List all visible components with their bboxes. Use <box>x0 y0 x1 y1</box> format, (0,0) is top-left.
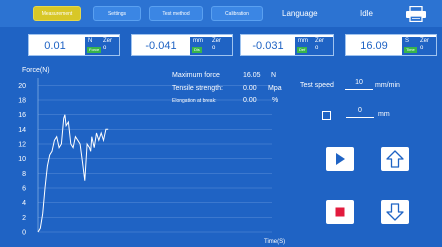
displacement-zero-button[interactable]: Zer o <box>212 38 221 52</box>
force-unit: N <box>88 38 93 44</box>
displacement-value: -0.041 <box>145 40 177 52</box>
language-button[interactable]: Language <box>282 9 318 18</box>
chart-y-ticks: 0 2 4 6 8 10 12 14 16 18 20 <box>18 83 26 237</box>
chart-xlabel: Time(S) <box>264 239 285 245</box>
max-force-unit: N <box>271 72 277 79</box>
displacement-unit: mm <box>193 38 203 44</box>
time-unit-box: S Time Zer o <box>402 37 436 55</box>
tensile-label: Tensile strength: <box>172 85 223 92</box>
elongation-label: Elongation at break: <box>172 98 217 104</box>
deformation-tag: Def <box>297 47 308 53</box>
arrow-up-icon <box>386 150 404 168</box>
start-button[interactable] <box>326 147 354 171</box>
status-text: Idle <box>360 9 373 18</box>
time-zero-button[interactable]: Zer o <box>420 38 429 52</box>
deformation-unit-box: mm Def Zer o <box>295 37 333 55</box>
y-tick-label: 6 <box>22 186 26 193</box>
tab-calibration[interactable]: Calibration <box>211 6 263 21</box>
position-input[interactable]: 0 <box>346 107 374 118</box>
force-tag: Force <box>87 47 102 53</box>
move-down-button[interactable] <box>381 200 409 224</box>
force-value: 0.01 <box>44 40 66 52</box>
tensile-value: 0.00 <box>243 85 257 92</box>
time-readout: 16.09 S Time Zer o <box>345 34 437 56</box>
time-value: 16.09 <box>360 40 388 52</box>
force-readout: 0.01 N Force Zer o <box>28 34 120 56</box>
y-tick-label: 4 <box>22 200 26 207</box>
arrow-down-icon <box>386 203 404 221</box>
deformation-zero-button[interactable]: Zer o <box>315 38 324 52</box>
deformation-unit: mm <box>298 38 308 44</box>
force-zero-button[interactable]: Zer o <box>103 38 112 52</box>
position-unit: mm <box>378 111 390 118</box>
max-force-value: 16.05 <box>243 72 261 79</box>
deformation-value: -0.031 <box>252 40 284 52</box>
time-tag: Time <box>404 47 417 53</box>
displacement-readout: -0.041 mm Dis Zer o <box>131 34 233 56</box>
tensile-unit: Mpa <box>268 85 282 92</box>
force-unit-box: N Force Zer o <box>85 37 119 55</box>
chart-grid <box>37 78 272 233</box>
y-tick-label: 20 <box>18 83 26 90</box>
top-nav: Measurement Settings Test method Calibra… <box>0 0 442 27</box>
chart-ylabel: Force(N) <box>22 67 50 74</box>
time-unit: S <box>405 38 410 44</box>
play-icon <box>336 153 345 165</box>
measurement-screen: Measurement Settings Test method Calibra… <box>0 0 442 247</box>
deformation-readout: -0.031 mm Def Zer o <box>240 34 334 56</box>
displacement-unit-box: mm Dis Zer o <box>190 37 232 55</box>
y-tick-label: 0 <box>22 230 26 237</box>
stop-icon <box>335 207 345 217</box>
tab-measurement[interactable]: Measurement <box>33 6 81 21</box>
y-tick-label: 16 <box>18 112 26 119</box>
y-tick-label: 14 <box>18 127 26 134</box>
y-tick-label: 10 <box>18 156 26 163</box>
displacement-tag: Dis <box>192 47 202 53</box>
position-checkbox[interactable] <box>322 111 331 120</box>
y-tick-label: 2 <box>22 215 26 222</box>
elongation-unit: % <box>272 97 279 104</box>
tab-settings[interactable]: Settings <box>93 6 141 21</box>
y-tick-label: 18 <box>18 98 26 105</box>
speed-label: Test speed <box>300 82 334 89</box>
move-up-button[interactable] <box>381 147 409 171</box>
max-force-label: Maximum force <box>172 72 220 79</box>
stop-button[interactable] <box>326 200 354 224</box>
speed-input[interactable]: 10 <box>345 79 373 90</box>
elongation-value: 0.00 <box>243 97 257 104</box>
printer-icon[interactable] <box>405 6 427 22</box>
y-tick-label: 12 <box>18 142 26 149</box>
speed-unit: mm/min <box>375 82 400 89</box>
y-tick-label: 8 <box>22 171 26 178</box>
tab-test-method[interactable]: Test method <box>149 6 203 21</box>
